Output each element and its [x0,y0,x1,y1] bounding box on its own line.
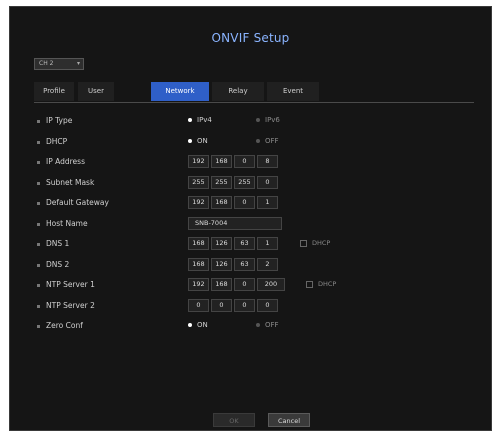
subnet-mask-octet-2[interactable]: 255 [211,176,232,189]
radio-dot-icon [256,139,260,143]
ntp-server1-dhcp-label: DHCP [318,280,337,288]
ip-type-ipv6-label: IPv6 [265,116,280,124]
ntp-server2-octet-2[interactable]: 0 [211,299,232,312]
default-gateway-octet-3[interactable]: 0 [234,196,255,209]
subnet-mask-octet-1[interactable]: 255 [188,176,209,189]
ip-type-ipv4-radio[interactable]: IPv4 [188,115,212,126]
tab-event[interactable]: Event [267,82,319,101]
dns2-octet-2[interactable]: 126 [211,258,232,271]
dns1-octet-4[interactable]: 1 [257,237,278,250]
zero-conf-on-radio[interactable]: ON [188,320,208,331]
host-name-input[interactable]: SNB-7004 [188,217,282,230]
dns2-octet-3[interactable]: 63 [234,258,255,271]
radio-dot-icon [188,118,192,122]
chevron-down-icon: ▾ [76,60,80,67]
zero-conf-off-label: OFF [265,321,279,329]
dns2-octet-4[interactable]: 2 [257,258,278,271]
ip-address-octet-4[interactable]: 8 [257,155,278,168]
ntp-server1-label: NTP Server 1 [37,279,95,290]
ip-address-octet-2[interactable]: 168 [211,155,232,168]
ip-type-label: IP Type [37,115,72,126]
checkbox-icon [300,239,307,247]
cancel-button[interactable]: Cancel [268,413,310,427]
dns2-label: DNS 2 [37,259,69,270]
onvif-setup-dialog: ONVIF Setup CH 2 ▾ Profile User Network … [9,6,492,431]
channel-select-value: CH 2 [39,60,54,67]
dhcp-off-label: OFF [265,137,279,145]
dhcp-label: DHCP [37,136,67,147]
dns2-octet-1[interactable]: 168 [188,258,209,271]
dns1-dhcp-checkbox[interactable]: DHCP [300,238,330,249]
dhcp-off-radio[interactable]: OFF [256,136,279,147]
checkbox-icon [306,280,313,288]
ntp-server2-octet-4[interactable]: 0 [257,299,278,312]
subnet-mask-label: Subnet Mask [37,177,94,188]
dns1-octet-3[interactable]: 63 [234,237,255,250]
host-name-label: Host Name [37,218,88,229]
tab-network[interactable]: Network [151,82,209,101]
ntp-server2-label: NTP Server 2 [37,300,95,311]
zero-conf-label: Zero Conf [37,320,83,331]
ip-type-ipv6-radio[interactable]: IPv6 [256,115,280,126]
dns1-octet-2[interactable]: 126 [211,237,232,250]
tab-bar: Profile User Network Relay Event [34,82,474,103]
dns1-octet-1[interactable]: 168 [188,237,209,250]
default-gateway-octet-1[interactable]: 192 [188,196,209,209]
ip-address-label: IP Address [37,156,85,167]
zero-conf-off-radio[interactable]: OFF [256,320,279,331]
zero-conf-on-label: ON [197,321,208,329]
dhcp-on-radio[interactable]: ON [188,136,208,147]
tab-relay[interactable]: Relay [212,82,264,101]
default-gateway-octet-4[interactable]: 1 [257,196,278,209]
default-gateway-octet-2[interactable]: 168 [211,196,232,209]
channel-select[interactable]: CH 2 ▾ [34,58,84,70]
radio-dot-icon [256,323,260,327]
dhcp-on-label: ON [197,137,208,145]
ntp-server1-octet-1[interactable]: 192 [188,278,209,291]
ntp-server2-octet-3[interactable]: 0 [234,299,255,312]
subnet-mask-octet-3[interactable]: 255 [234,176,255,189]
ip-address-octet-1[interactable]: 192 [188,155,209,168]
ntp-server1-octet-4[interactable]: 200 [257,278,285,291]
ntp-server1-octet-3[interactable]: 0 [234,278,255,291]
tab-user[interactable]: User [78,82,114,101]
ip-type-ipv4-label: IPv4 [197,116,212,124]
default-gateway-label: Default Gateway [37,197,109,208]
subnet-mask-octet-4[interactable]: 0 [257,176,278,189]
radio-dot-icon [188,139,192,143]
dialog-title: ONVIF Setup [211,31,290,45]
radio-dot-icon [188,323,192,327]
ok-button[interactable]: OK [213,413,255,427]
dns1-dhcp-label: DHCP [312,239,331,247]
ntp-server1-octet-2[interactable]: 168 [211,278,232,291]
ntp-server2-octet-1[interactable]: 0 [188,299,209,312]
dns1-label: DNS 1 [37,238,69,249]
ip-address-octet-3[interactable]: 0 [234,155,255,168]
radio-dot-icon [256,118,260,122]
tab-profile[interactable]: Profile [34,82,74,101]
ntp-server1-dhcp-checkbox[interactable]: DHCP [306,279,336,290]
